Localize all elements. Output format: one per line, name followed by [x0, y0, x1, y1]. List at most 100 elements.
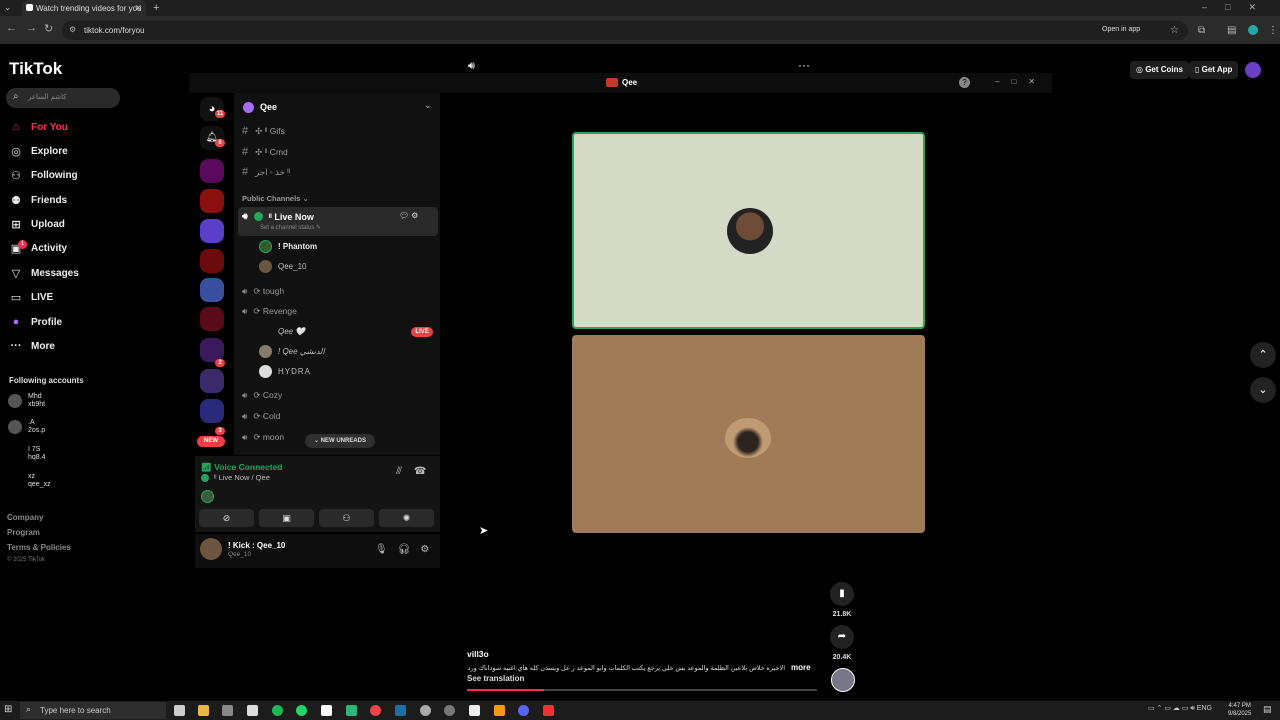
voice-member[interactable]: HYDRA — [259, 365, 311, 378]
activities-button[interactable]: ⚇ — [319, 509, 374, 527]
chrome-menu-icon[interactable]: ⋮ — [1268, 25, 1278, 36]
server-icon[interactable] — [200, 189, 224, 213]
noise-suppression-icon[interactable]: ⫻ — [396, 466, 414, 477]
text-channel[interactable]: # ✣ ᴵᴵ Cmd — [242, 146, 288, 158]
voice-controls[interactable]: ⫻☎ — [396, 466, 438, 477]
screen-share-button[interactable]: ▣ — [259, 509, 314, 527]
app-icon[interactable] — [494, 705, 505, 716]
share-button[interactable]: ➦ — [830, 625, 854, 649]
browser-tab[interactable]: Watch trending videos for you ✕ — [22, 0, 146, 16]
windows-start-icon[interactable]: ⊞ — [4, 704, 12, 715]
nav-for-you[interactable]: ⌂ For You — [9, 118, 68, 136]
video-tile-speaking[interactable] — [572, 132, 925, 329]
nav-following[interactable]: ⚇ Following — [9, 166, 78, 184]
activity-avatar[interactable] — [201, 490, 214, 503]
tiktok-logo[interactable]: TikTok — [9, 59, 62, 79]
headphones-icon[interactable]: 🎧︎ — [398, 544, 421, 555]
voice-member[interactable]: ! Qee الدنشي — [259, 345, 325, 358]
server-name[interactable]: Qee — [260, 102, 277, 112]
spotify-icon[interactable] — [272, 705, 283, 716]
nav-profile[interactable]: ● Profile — [9, 313, 62, 331]
sync-icon[interactable] — [420, 705, 431, 716]
file-explorer-icon[interactable] — [198, 705, 209, 716]
voice-channel[interactable]: 🔊︎ ⟳ tough — [242, 286, 284, 297]
server-icon[interactable] — [200, 369, 224, 393]
settings-gear-icon[interactable]: ⚙ — [420, 544, 439, 555]
notifications-icon[interactable]: ▤ — [1263, 704, 1272, 715]
whatsapp-icon[interactable] — [296, 705, 307, 716]
discord-window-controls[interactable]: –□✕ — [995, 77, 1047, 86]
bookmark-star-icon[interactable]: ☆ — [1170, 25, 1179, 36]
music-disc-avatar[interactable] — [831, 668, 855, 692]
nav-live[interactable]: ▭ LIVE — [9, 288, 53, 306]
voice-member[interactable]: ! Phantom — [259, 240, 317, 253]
side-panel-icon[interactable]: ▤ — [1227, 25, 1236, 36]
save-button[interactable]: ▮ — [830, 582, 854, 606]
channel-status[interactable]: Set a channel status ✎ — [260, 224, 321, 231]
get-app-button[interactable]: ▯ Get App — [1189, 61, 1239, 79]
new-unreads-button[interactable]: ⌄ NEW UNREADS — [305, 434, 375, 448]
language-indicator[interactable]: ENG — [1197, 705, 1212, 712]
settings-icon[interactable] — [222, 705, 233, 716]
address-bar[interactable] — [62, 21, 1188, 40]
channel-category[interactable]: Public Channels ⌄ — [242, 194, 309, 203]
user-name[interactable]: ! Kick : Qee_10 — [228, 541, 285, 550]
open-in-app-button[interactable]: Open in app — [1102, 26, 1140, 33]
user-avatar-icon[interactable] — [1245, 62, 1261, 78]
nav-upload[interactable]: ⊞ Upload — [9, 215, 65, 233]
footer-company[interactable]: Company — [7, 513, 43, 522]
app-icon[interactable] — [469, 705, 480, 716]
nav-more[interactable]: ··· More — [9, 337, 55, 355]
channel-action-icons[interactable]: 💬︎⚙ — [399, 211, 420, 220]
get-coins-button[interactable]: ◎ Get Coins — [1130, 61, 1189, 79]
voice-channel[interactable]: 🔊︎ ⟳ Revenge — [242, 306, 297, 317]
footer-program[interactable]: Program — [7, 528, 40, 537]
app-icon[interactable] — [543, 705, 554, 716]
server-icon[interactable] — [200, 307, 224, 331]
voice-channel[interactable]: 🔊︎ ⟳ Cozy — [242, 390, 282, 401]
app-icon[interactable] — [346, 705, 357, 716]
window-controls[interactable]: –□✕ — [1202, 2, 1274, 13]
nav-explore[interactable]: ◎ Explore — [9, 142, 68, 160]
video-progress-bar[interactable] — [467, 689, 817, 691]
camera-off-button[interactable]: ⊘ — [199, 509, 254, 527]
video-tile[interactable] — [572, 335, 925, 533]
profile-avatar-icon[interactable] — [1248, 25, 1258, 35]
voice-member[interactable]: Qee_10 — [259, 260, 306, 273]
tab-search-icon[interactable]: ⌄ — [4, 2, 12, 13]
server-icon[interactable] — [200, 278, 224, 302]
voice-channel[interactable]: 🔊︎ ⟳ Cold — [242, 411, 280, 422]
taskbar-clock[interactable]: 4:47 PM 9/8/2025 — [1228, 702, 1251, 718]
microphone-icon[interactable]: 🎙︎ — [375, 544, 398, 555]
footer-terms[interactable]: Terms & Policies — [7, 543, 71, 552]
server-icon[interactable] — [200, 399, 224, 423]
steam-icon[interactable] — [395, 705, 406, 716]
forward-icon[interactable]: → — [26, 22, 37, 34]
new-tab-icon[interactable]: + — [153, 2, 159, 14]
nav-messages[interactable]: ▽ Messages — [9, 264, 79, 282]
video-author[interactable]: vill3o — [467, 649, 489, 659]
following-account[interactable]: I 7S hq8.4 — [8, 446, 46, 462]
volume-icon[interactable]: 🔊︎ — [468, 60, 475, 73]
following-account[interactable]: xz qee_xz — [8, 473, 51, 489]
extensions-icon[interactable]: ⧉ — [1198, 25, 1205, 36]
avatar[interactable] — [200, 538, 222, 560]
voice-connected-status[interactable]: 📶︎ Voice Connected — [201, 462, 283, 473]
see-translation-link[interactable]: See translation — [467, 674, 524, 683]
caption-more-link[interactable]: more — [791, 663, 811, 672]
chevron-down-icon[interactable]: ⌄ — [424, 100, 432, 111]
help-icon[interactable]: ? — [959, 77, 970, 88]
disconnect-icon[interactable]: ☎ — [414, 466, 438, 477]
chrome-icon[interactable] — [370, 705, 381, 716]
server-icon[interactable] — [200, 249, 224, 273]
new-badge[interactable]: NEW — [197, 436, 225, 447]
reload-icon[interactable]: ↻ — [44, 22, 53, 35]
system-tray[interactable]: ▭ ⌃ ▭ ☁ ▭ 🔊︎ ENG — [1148, 704, 1212, 713]
discord-icon[interactable] — [518, 705, 529, 716]
app-icon[interactable] — [444, 705, 455, 716]
voice-member[interactable]: Qee 🤍 — [259, 325, 305, 338]
previous-video-button[interactable]: ⌃ — [1250, 342, 1276, 368]
following-account[interactable]: Mhd xb9ht — [8, 393, 45, 409]
server-icon[interactable] — [200, 159, 224, 183]
voice-channel[interactable]: 🔊︎ ⟳ moon — [242, 432, 284, 443]
